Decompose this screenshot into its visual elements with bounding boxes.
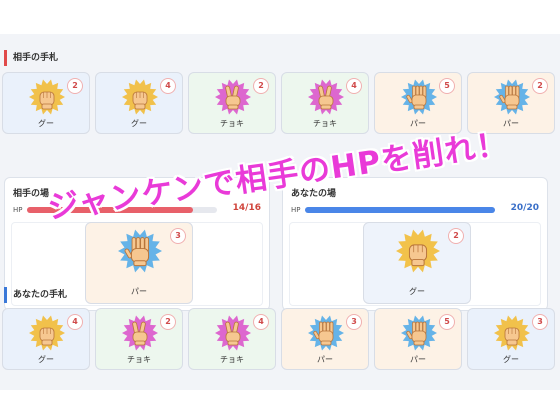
- card-power-badge: 2: [67, 78, 83, 94]
- card-power-badge: 4: [253, 314, 269, 330]
- opponent-hand-card[interactable]: 4 グー: [95, 72, 183, 134]
- rock-hand-icon: [494, 315, 530, 351]
- card-label: グー: [38, 119, 54, 128]
- opponent-hand-card[interactable]: 4 チョキ: [281, 72, 369, 134]
- player-hp-label: HP: [291, 206, 301, 214]
- player-hp-value: 20/20: [510, 203, 539, 213]
- opponent-hp-label: HP: [13, 206, 23, 214]
- card-power-badge: 2: [160, 314, 176, 330]
- scissors-hand-icon: [215, 79, 251, 115]
- player-hp-bar: [305, 207, 495, 213]
- player-hand-row: 4 グー 2 チョキ 4 チョキ 3 パー 5 パー 3 グー: [2, 308, 558, 372]
- opponent-hand-card[interactable]: 2 チョキ: [188, 72, 276, 134]
- player-hand-card[interactable]: 4 グー: [2, 308, 90, 370]
- player-hand-title: あなたの手札: [4, 287, 67, 303]
- card-label: チョキ: [220, 119, 244, 128]
- rock-hand-icon: [29, 315, 65, 351]
- player-hand-card[interactable]: 3 グー: [467, 308, 555, 370]
- scissors-hand-icon: [122, 315, 158, 351]
- card-label: グー: [38, 355, 54, 364]
- paper-hand-icon: [494, 79, 530, 115]
- opponent-hand-title: 相手の手札: [4, 50, 58, 66]
- player-hp-fill: [305, 207, 495, 213]
- opponent-played-label: パー: [131, 287, 147, 296]
- rock-hand-icon: [29, 79, 65, 115]
- card-label: チョキ: [127, 355, 151, 364]
- card-power-badge: 5: [439, 78, 455, 94]
- player-played-label: グー: [409, 287, 425, 296]
- card-power-badge: 4: [346, 78, 362, 94]
- card-power-badge: 4: [67, 314, 83, 330]
- card-power-badge: 3: [532, 314, 548, 330]
- card-power-badge: 4: [160, 78, 176, 94]
- card-power-badge: 5: [439, 314, 455, 330]
- card-label: パー: [410, 355, 426, 364]
- player-hand-card[interactable]: 5 パー: [374, 308, 462, 370]
- card-label: チョキ: [313, 119, 337, 128]
- opponent-hand-card[interactable]: 2 グー: [2, 72, 90, 134]
- card-power-badge: 2: [253, 78, 269, 94]
- player-hand-card[interactable]: 2 チョキ: [95, 308, 183, 370]
- opponent-played-value: 3: [170, 228, 186, 244]
- player-played-value: 2: [448, 228, 464, 244]
- paper-hand-icon: [308, 315, 344, 351]
- card-label: パー: [317, 355, 333, 364]
- paper-hand-icon: [401, 315, 437, 351]
- scissors-hand-icon: [308, 79, 344, 115]
- scissors-hand-icon: [215, 315, 251, 351]
- player-hand-card[interactable]: 4 チョキ: [188, 308, 276, 370]
- card-label: グー: [131, 119, 147, 128]
- opponent-played-card: 3 パー: [85, 222, 193, 304]
- card-label: グー: [503, 355, 519, 364]
- paper-hand-icon: [401, 79, 437, 115]
- card-label: チョキ: [220, 355, 244, 364]
- rock-hand-icon: [122, 79, 158, 115]
- card-power-badge: 3: [346, 314, 362, 330]
- player-played-card[interactable]: 2 グー: [363, 222, 471, 304]
- player-hand-card[interactable]: 3 パー: [281, 308, 369, 370]
- card-power-badge: 2: [532, 78, 548, 94]
- paper-hand-icon: [118, 229, 162, 273]
- rock-hand-icon: [396, 229, 440, 273]
